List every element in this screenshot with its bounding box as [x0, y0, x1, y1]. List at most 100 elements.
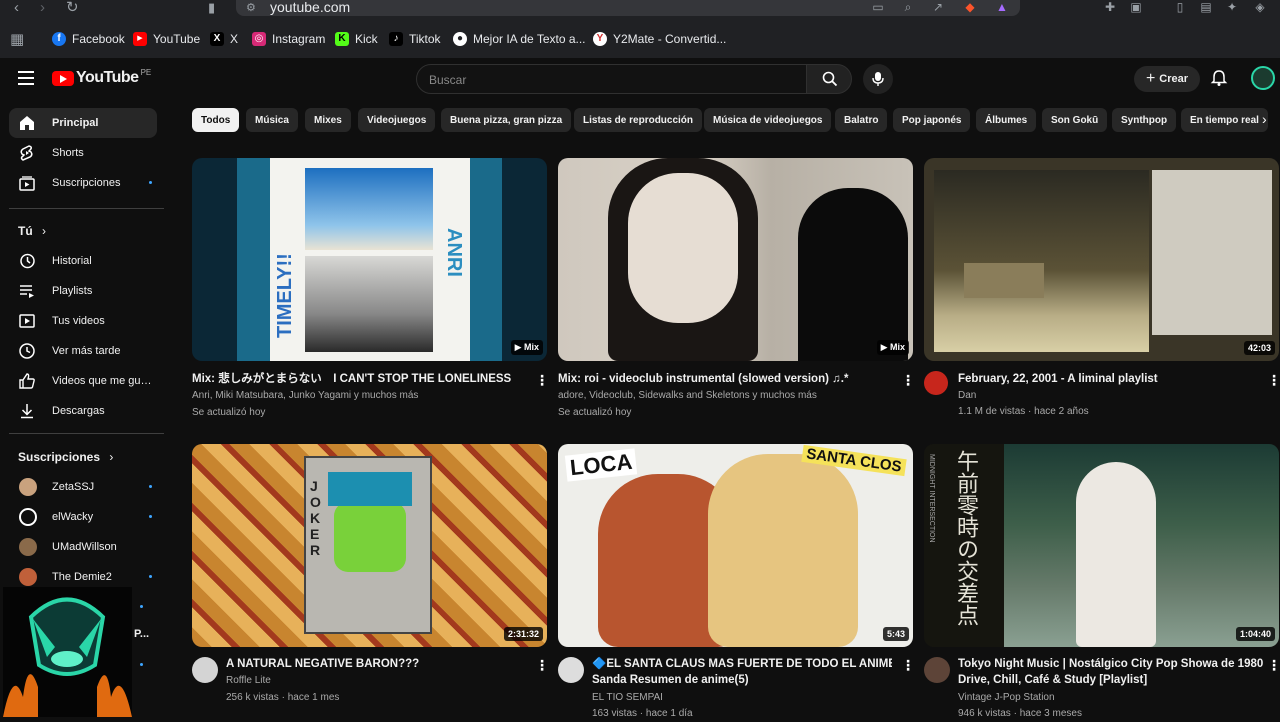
bookmark-ia[interactable]: ● Mejor IA de Texto a... [453, 28, 586, 50]
video-thumbnail[interactable]: 42:03 [924, 158, 1279, 361]
sidebar-icon[interactable]: ▯ [1172, 0, 1188, 14]
brave-shield-icon[interactable]: ◆ [962, 0, 978, 14]
sidebar-item-playlists[interactable]: Playlists [9, 276, 157, 306]
bookmark-y2mate[interactable]: Y Y2Mate - Convertid... [593, 28, 726, 50]
chip-all[interactable]: Todos [192, 108, 240, 132]
chip[interactable]: Videojuegos [358, 108, 436, 132]
channel-name-truncated[interactable]: P... [134, 628, 149, 640]
search-button[interactable] [806, 64, 852, 94]
you-heading[interactable]: Tú › [18, 224, 46, 238]
back-icon[interactable]: ‹ [14, 0, 19, 16]
chip[interactable]: Pop japonés [893, 108, 971, 132]
wallet-icon[interactable]: ▤ [1198, 0, 1214, 14]
snow-house-photo [934, 170, 1149, 352]
more-options-icon[interactable]: ⋮ [1267, 373, 1280, 387]
vpn-icon[interactable]: ◈ [1252, 0, 1268, 14]
video-thumbnail[interactable]: LOCA SANTA CLOS 5:43 [558, 444, 913, 647]
channel-avatar[interactable] [192, 657, 218, 683]
subscription-channel[interactable]: UMadWillson [9, 532, 157, 562]
zoom-icon[interactable]: ⌕ [900, 0, 916, 14]
create-button[interactable]: + Crear [1134, 66, 1200, 92]
video-thumbnail[interactable]: JOKER 2:31:32 [192, 444, 547, 647]
sidebar-item-subscriptions[interactable]: Suscripciones [9, 168, 157, 198]
voice-search-button[interactable] [863, 64, 893, 94]
account-avatar[interactable] [1251, 66, 1275, 90]
chip[interactable]: Música [246, 108, 298, 132]
bookmark-tiktok[interactable]: ♪ Tiktok [389, 28, 441, 50]
sidebar-item-watch-later[interactable]: Ver más tarde [9, 336, 157, 366]
chip[interactable]: Son Gokū [1042, 108, 1108, 132]
video-card[interactable]: JOKER 2:31:32 A NATURAL NEGATIVE BARON??… [192, 444, 549, 720]
apps-icon[interactable]: ▦ [10, 28, 24, 50]
share-icon[interactable]: ↗ [930, 0, 946, 14]
channel-name[interactable]: EL TIO SEMPAI [592, 690, 892, 706]
bookmark-icon[interactable]: ▮ [208, 0, 215, 16]
channel-avatar[interactable] [924, 657, 950, 683]
extensions-icon[interactable]: ✚ [1102, 0, 1118, 14]
subscription-channel[interactable]: ZetaSSJ [9, 472, 157, 502]
bookmark-x[interactable]: X X [210, 28, 238, 50]
cast-icon[interactable]: ▭ [870, 0, 886, 14]
video-card[interactable]: LOCA SANTA CLOS 5:43 🔷EL SANTA CLAUS MAS… [558, 444, 915, 720]
menu-icon[interactable] [18, 71, 34, 85]
chip[interactable]: En tiempo real [1181, 108, 1268, 132]
more-options-icon[interactable]: ⋮ [1267, 658, 1280, 672]
sidebar-item-liked-videos[interactable]: Videos que me gus... [9, 366, 157, 396]
channel-avatar[interactable] [924, 371, 948, 395]
channel-name[interactable]: Dan [958, 388, 1258, 404]
youtube-logo[interactable]: YouTube PE [52, 68, 151, 87]
video-thumbnail[interactable]: 午前零時の交差点 MIDNIGHT INTERSECTION 1:04:40 [924, 444, 1279, 647]
video-title-line2[interactable]: Drive, Chill, Café & Study [Playlist] [958, 672, 1263, 688]
notifications-bell-icon[interactable] [1210, 69, 1228, 87]
video-title[interactable]: A NATURAL NEGATIVE BARON??? [226, 656, 526, 672]
subscriptions-heading[interactable]: Suscripciones › [18, 450, 113, 464]
video-title[interactable]: Mix: 悲しみがとまらない I CAN'T STOP THE LONELINE… [192, 371, 522, 387]
video-title[interactable]: 🔷EL SANTA CLAUS MAS FUERTE DE TODO EL AN… [592, 656, 892, 672]
channel-avatar[interactable] [558, 657, 584, 683]
more-options-icon[interactable]: ⋮ [901, 373, 915, 387]
chip[interactable]: Balatro [835, 108, 888, 132]
screenshot-icon[interactable]: ▣ [1128, 0, 1144, 14]
video-thumbnail[interactable]: TIMELY!! ANRI ▶ Mix [192, 158, 547, 361]
more-options-icon[interactable]: ⋮ [535, 373, 549, 387]
chip[interactable]: Álbumes [976, 108, 1037, 132]
video-title[interactable]: Mix: roi - videoclub instrumental (slowe… [558, 371, 888, 387]
subscription-channel[interactable]: elWacky [9, 502, 157, 532]
video-channels[interactable]: Anri, Miki Matsubara, Junko Yagami y muc… [192, 388, 522, 404]
bookmark-youtube[interactable]: ▶ YouTube [133, 28, 200, 50]
video-title-line2[interactable]: Sanda Resumen de anime(5) [592, 672, 892, 688]
chip[interactable]: Buena pizza, gran pizza [441, 108, 572, 132]
sidebar-divider [9, 433, 164, 434]
bookmark-kick[interactable]: K Kick [335, 28, 378, 50]
video-card[interactable]: 午前零時の交差点 MIDNIGHT INTERSECTION 1:04:40 T… [924, 444, 1280, 720]
chevron-right-icon[interactable]: › [1262, 111, 1267, 127]
more-options-icon[interactable]: ⋮ [535, 658, 549, 672]
video-channels[interactable]: adore, Videoclub, Sidewalks and Skeleton… [558, 388, 888, 404]
channel-name[interactable]: Vintage J-Pop Station [958, 690, 1258, 706]
chip[interactable]: Listas de reproducción [574, 108, 703, 132]
video-title[interactable]: Tokyo Night Music | Nostálgico City Pop … [958, 656, 1263, 672]
forward-icon[interactable]: › [40, 0, 45, 16]
video-card[interactable]: TIMELY!! ANRI ▶ Mix Mix: 悲しみがとまらない I CAN… [192, 158, 549, 428]
leo-icon[interactable]: ✦ [1224, 0, 1240, 14]
sidebar-item-history[interactable]: Historial [9, 246, 157, 276]
sidebar-item-home[interactable]: Principal [9, 108, 157, 138]
reload-icon[interactable]: ↻ [66, 0, 79, 16]
chip[interactable]: Synthpop [1112, 108, 1177, 132]
search-input[interactable] [429, 73, 789, 87]
channel-name[interactable]: Roffle Lite [226, 673, 526, 689]
bookmark-instagram[interactable]: ◎ Instagram [252, 28, 325, 50]
video-card[interactable]: ▶ Mix Mix: roi - videoclub instrumental … [558, 158, 915, 428]
sidebar-item-your-videos[interactable]: Tus videos [9, 306, 157, 336]
more-options-icon[interactable]: ⋮ [901, 658, 915, 672]
video-thumbnail[interactable]: ▶ Mix [558, 158, 913, 361]
sidebar-item-downloads[interactable]: Descargas [9, 396, 157, 426]
video-title[interactable]: February, 22, 2001 - A liminal playlist [958, 371, 1258, 387]
site-info-icon[interactable]: ⚙ [246, 1, 256, 14]
video-card[interactable]: 42:03 February, 22, 2001 - A liminal pla… [924, 158, 1280, 428]
brave-rewards-icon[interactable]: ▲ [994, 0, 1010, 14]
bookmark-facebook[interactable]: f Facebook [52, 28, 125, 50]
sidebar-item-shorts[interactable]: Shorts [9, 138, 157, 168]
chip[interactable]: Música de videojuegos [704, 108, 832, 132]
chip[interactable]: Mixes [305, 108, 351, 132]
